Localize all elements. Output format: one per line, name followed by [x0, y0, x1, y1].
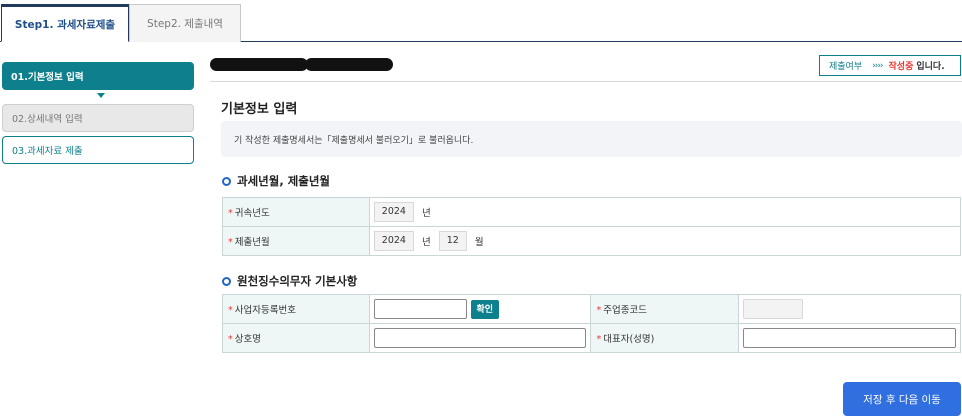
tab-step1[interactable]: Step1. 과세자료제출 [1, 4, 129, 42]
company-name-label: 상호명 [234, 334, 261, 345]
save-next-button[interactable]: 저장 후 다음 이동 [843, 382, 961, 416]
notice-text: 기 작성한 제출명세서는「제출명세서 불러오기」로 불러옵니다. [234, 135, 474, 146]
label-cell: * 주업종코드 [590, 294, 739, 324]
status-label: 제출여부 [829, 62, 863, 72]
step-basic-info[interactable]: 01.기본정보 입력 [2, 62, 194, 90]
section-withholder-label: 원천징수의무자 기본사항 [237, 274, 358, 288]
representative-label: 대표자(성명) [603, 334, 655, 345]
table-row: * 상호명 * 대표자(성명) [222, 323, 962, 353]
value-cell [737, 294, 962, 324]
redacted-id [305, 58, 393, 71]
value-cell: 2024 년 [368, 197, 962, 227]
notice-box: 기 작성한 제출명세서는「제출명세서 불러오기」로 불러옵니다. [221, 121, 962, 157]
company-name-input[interactable] [373, 328, 586, 348]
business-no-input[interactable] [373, 299, 467, 319]
header-divider [210, 81, 962, 82]
status-state: 작성중 [888, 62, 914, 72]
value-cell: 확인 [368, 294, 592, 324]
label-cell: * 상호명 [222, 323, 370, 353]
table-row: * 귀속년도 2024 년 [222, 197, 962, 227]
year-unit: 년 [421, 237, 431, 248]
circle-bullet-icon [222, 176, 231, 186]
value-cell: 2024 년 12 월 [368, 226, 962, 256]
value-cell [368, 323, 592, 353]
section-period-title: 과세년월, 제출년월 [222, 173, 330, 189]
required-mark: * [596, 305, 602, 316]
month-unit: 월 [474, 237, 484, 248]
business-no-label: 사업자등록번호 [234, 305, 296, 316]
section-period-label: 과세년월, 제출년월 [237, 174, 331, 188]
step-detail-input[interactable]: 02.상세내역 입력 [2, 104, 194, 132]
withholder-table: * 사업자등록번호 확인 * 주업종코드 * 상호명 * 대표자(성명) [222, 294, 962, 353]
industry-code-label: 주업종코드 [603, 305, 647, 316]
label-cell: * 대표자(성명) [590, 323, 739, 353]
status-arrows-icon: ›››› [872, 60, 883, 71]
table-row: * 사업자등록번호 확인 * 주업종코드 [222, 294, 962, 324]
submit-month-label: 제출년월 [234, 237, 270, 248]
submit-year-value: 2024 [373, 231, 414, 251]
period-table: * 귀속년도 2024 년 * 제출년월 2024 년 12 월 [222, 197, 962, 256]
step-down-arrow-icon [97, 93, 105, 98]
representative-input[interactable] [742, 328, 956, 348]
required-mark: * [228, 305, 233, 316]
industry-code-field [742, 299, 803, 319]
confirm-button[interactable]: 확인 [470, 299, 500, 319]
attribution-year-label: 귀속년도 [234, 208, 270, 219]
submission-status: 제출여부 ›››› 작성중 입니다. [819, 55, 961, 76]
required-mark: * [228, 334, 233, 345]
submit-month-value: 12 [438, 231, 467, 251]
table-row: * 제출년월 2024 년 12 월 [222, 226, 962, 256]
label-cell: * 사업자등록번호 [222, 294, 370, 324]
circle-bullet-icon [222, 276, 231, 286]
label-cell: * 귀속년도 [222, 197, 370, 227]
step-tax-submit[interactable]: 03.과세자료 제출 [2, 136, 194, 164]
attribution-year-value: 2024 [373, 202, 414, 222]
redacted-name [210, 58, 308, 71]
status-suffix: 입니다. [916, 62, 945, 72]
page-title: 기본정보 입력 [221, 102, 298, 117]
required-mark: * [228, 208, 233, 219]
tab-bar: Step1. 과세자료제출 Step2. 제출내역 [0, 0, 962, 42]
section-withholder-title: 원천징수의무자 기본사항 [222, 273, 357, 289]
required-mark: * [596, 334, 602, 345]
required-mark: * [228, 237, 233, 248]
tab-step2[interactable]: Step2. 제출내역 [129, 4, 241, 42]
year-unit: 년 [421, 208, 431, 219]
value-cell [737, 323, 962, 353]
label-cell: * 제출년월 [222, 226, 370, 256]
